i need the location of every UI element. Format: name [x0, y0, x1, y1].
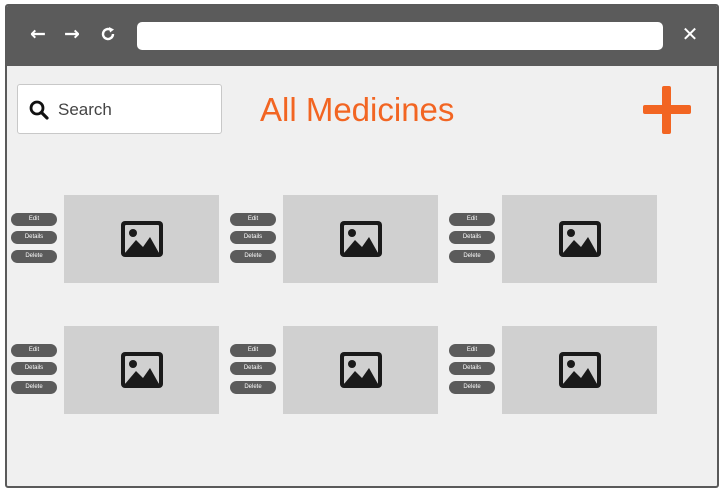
close-window-button[interactable]: ✕: [679, 23, 701, 45]
edit-button[interactable]: Edit: [230, 213, 276, 226]
medicine-image[interactable]: [64, 195, 219, 283]
edit-button[interactable]: Edit: [11, 344, 57, 357]
image-placeholder-icon: [340, 221, 382, 257]
forward-button[interactable]: →: [61, 23, 83, 45]
medicine-image[interactable]: [64, 326, 219, 414]
delete-button[interactable]: Delete: [11, 381, 57, 394]
arrow-right-icon: →: [64, 23, 80, 45]
browser-window: ← → ✕ Search All Medicines Edit Details …: [5, 4, 719, 488]
medicine-card: Edit Details Delete: [449, 326, 659, 432]
medicine-image[interactable]: [283, 195, 438, 283]
page-title: All Medicines: [260, 91, 455, 128]
reload-button[interactable]: [97, 23, 119, 45]
medicine-card: Edit Details Delete: [449, 195, 659, 301]
image-placeholder-icon: [559, 352, 601, 388]
close-icon: ✕: [681, 22, 699, 46]
search-icon: [29, 100, 49, 120]
edit-button[interactable]: Edit: [449, 213, 495, 226]
medicine-card: Edit Details Delete: [230, 326, 440, 432]
medicine-image[interactable]: [502, 326, 657, 414]
edit-button[interactable]: Edit: [230, 344, 276, 357]
delete-button[interactable]: Delete: [449, 381, 495, 394]
reload-icon: [101, 27, 115, 41]
medicine-card: Edit Details Delete: [11, 326, 221, 432]
delete-button[interactable]: Delete: [11, 250, 57, 263]
edit-button[interactable]: Edit: [11, 213, 57, 226]
search-input[interactable]: Search: [17, 84, 222, 134]
add-medicine-button[interactable]: [643, 86, 691, 134]
delete-button[interactable]: Delete: [449, 250, 495, 263]
delete-button[interactable]: Delete: [230, 250, 276, 263]
details-button[interactable]: Details: [230, 231, 276, 244]
search-placeholder: Search: [58, 100, 112, 119]
address-bar[interactable]: [137, 22, 663, 50]
medicine-card: Edit Details Delete: [11, 195, 221, 301]
details-button[interactable]: Details: [449, 231, 495, 244]
delete-button[interactable]: Delete: [230, 381, 276, 394]
image-placeholder-icon: [559, 221, 601, 257]
browser-toolbar: ← → ✕: [7, 6, 717, 66]
medicine-card: Edit Details Delete: [230, 195, 440, 301]
details-button[interactable]: Details: [11, 231, 57, 244]
image-placeholder-icon: [121, 352, 163, 388]
image-placeholder-icon: [121, 221, 163, 257]
arrow-left-icon: ←: [30, 23, 46, 45]
medicine-image[interactable]: [283, 326, 438, 414]
details-button[interactable]: Details: [449, 362, 495, 375]
image-placeholder-icon: [340, 352, 382, 388]
details-button[interactable]: Details: [230, 362, 276, 375]
details-button[interactable]: Details: [11, 362, 57, 375]
medicine-image[interactable]: [502, 195, 657, 283]
back-button[interactable]: ←: [27, 23, 49, 45]
edit-button[interactable]: Edit: [449, 344, 495, 357]
